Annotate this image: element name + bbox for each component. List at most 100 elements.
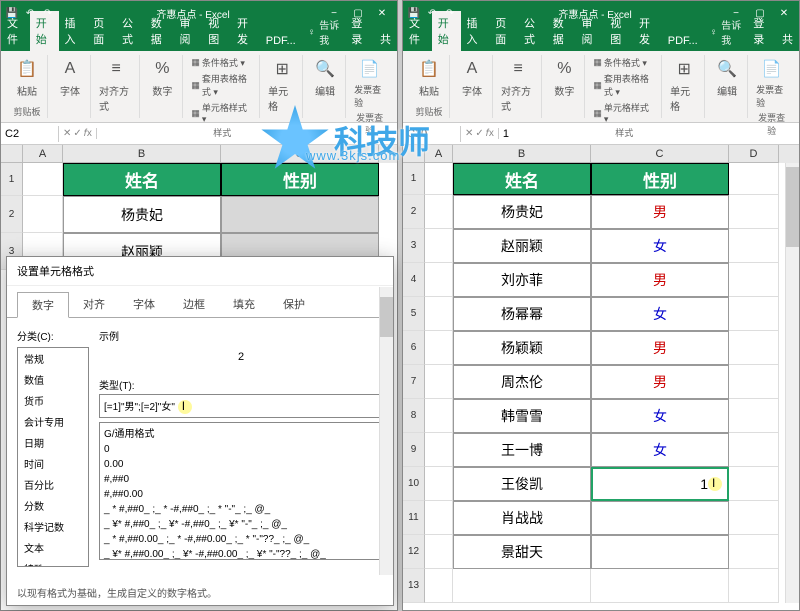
font-button[interactable]: A字体	[456, 55, 488, 100]
fx-icon[interactable]: 𝑓x	[486, 128, 494, 139]
cell[interactable]	[729, 263, 779, 297]
table-cell[interactable]: 王俊凯	[453, 467, 591, 501]
table-cell[interactable]: 杨贵妃	[63, 196, 221, 233]
cell[interactable]	[729, 433, 779, 467]
login[interactable]: 登录	[345, 11, 374, 51]
type-list-item[interactable]: 0	[100, 442, 382, 457]
table-cell[interactable]: 女	[591, 433, 729, 467]
type-list-item[interactable]: 0.00	[100, 457, 382, 472]
table-cell[interactable]: 景甜天	[453, 535, 591, 569]
align-button[interactable]: ≡对齐方式	[499, 55, 537, 115]
row-label[interactable]: 7	[403, 365, 425, 399]
save-icon[interactable]: 💾	[407, 6, 421, 20]
table-cell[interactable]: 刘亦菲	[453, 263, 591, 297]
category-item[interactable]: 科学记数	[18, 516, 88, 537]
category-listbox[interactable]: 常规数值货币会计专用日期时间百分比分数科学记数文本特殊自定义	[17, 347, 89, 567]
name-box[interactable]: C2	[1, 126, 59, 142]
undo-icon[interactable]: ↶	[23, 6, 37, 20]
cell[interactable]	[591, 569, 729, 603]
cell[interactable]	[729, 399, 779, 433]
tab-pdf[interactable]: PDF...	[260, 31, 302, 51]
row-label[interactable]: 4	[403, 263, 425, 297]
table-cell[interactable]: 男	[591, 195, 729, 229]
table-cell[interactable]: 韩雪雪	[453, 399, 591, 433]
type-listbox[interactable]: G/通用格式00.00#,##0#,##0.00_ * #,##0_ ;_ * …	[99, 422, 383, 560]
table-header-name[interactable]: 姓名	[453, 163, 591, 195]
cell[interactable]	[425, 433, 453, 467]
row-label[interactable]: 11	[403, 501, 425, 535]
cell[interactable]	[23, 196, 63, 233]
tab-view[interactable]: 视图	[604, 11, 633, 51]
share[interactable]: 共	[374, 27, 397, 51]
table-cell[interactable]	[221, 196, 379, 233]
cell[interactable]	[425, 467, 453, 501]
save-icon[interactable]: 💾	[5, 6, 19, 20]
col-header-c[interactable]: C	[221, 145, 379, 163]
cell[interactable]	[425, 331, 453, 365]
type-list-item[interactable]: #,##0.00	[100, 487, 382, 502]
cell[interactable]	[425, 297, 453, 331]
cell[interactable]	[729, 331, 779, 365]
tab-data[interactable]: 数据	[547, 11, 576, 51]
row-label[interactable]: 6	[403, 331, 425, 365]
row-label[interactable]: 12	[403, 535, 425, 569]
fx-check-icon[interactable]: ✓	[475, 128, 483, 139]
cell-style-button[interactable]: ▦单元格样式 ▾	[591, 100, 657, 126]
category-item[interactable]: 百分比	[18, 474, 88, 495]
invoice-button[interactable]: 📄 发票查验	[352, 55, 387, 111]
table-cell[interactable]: 赵丽颖	[453, 229, 591, 263]
category-item[interactable]: 数值	[18, 369, 88, 390]
category-item[interactable]: 分数	[18, 495, 88, 516]
name-box[interactable]: C10	[403, 126, 461, 142]
select-all-corner[interactable]	[1, 145, 23, 163]
tell-me[interactable]: ♀告诉我	[704, 13, 748, 51]
table-cell[interactable]: 女	[591, 229, 729, 263]
dialog-scrollbar[interactable]	[379, 287, 393, 575]
tab-dev[interactable]: 开发	[231, 11, 260, 51]
row-label[interactable]: 10	[403, 467, 425, 501]
tab-insert[interactable]: 插入	[59, 11, 88, 51]
cell[interactable]	[425, 501, 453, 535]
tell-me[interactable]: ♀告诉我	[302, 13, 346, 51]
table-cell[interactable]: 1I	[591, 467, 729, 501]
cell[interactable]	[425, 569, 453, 603]
cell[interactable]	[425, 365, 453, 399]
category-item[interactable]: 文本	[18, 537, 88, 558]
table-header-gender[interactable]: 性别	[591, 163, 729, 195]
cell[interactable]	[425, 399, 453, 433]
category-item[interactable]: 时间	[18, 453, 88, 474]
row-label[interactable]: 5	[403, 297, 425, 331]
row-label[interactable]: 2	[403, 195, 425, 229]
fx-cancel-icon[interactable]: ✕	[465, 128, 473, 139]
table-cell[interactable]: 男	[591, 365, 729, 399]
tab-data[interactable]: 数据	[145, 11, 174, 51]
row-label[interactable]: 9	[403, 433, 425, 467]
table-format-button[interactable]: ▦套用表格格式 ▾	[189, 71, 255, 99]
cells-button[interactable]: ⊞ 单元格	[266, 55, 298, 115]
tab-formula[interactable]: 公式	[518, 11, 547, 51]
type-list-item[interactable]: #,##0	[100, 472, 382, 487]
align-button[interactable]: ≡ 对齐方式	[97, 55, 135, 115]
grid-scrollbar[interactable]	[785, 163, 799, 603]
col-header-d[interactable]: D	[729, 145, 779, 163]
row-label[interactable]: 3	[403, 229, 425, 263]
cell[interactable]	[729, 535, 779, 569]
col-header-b[interactable]: B	[63, 145, 221, 163]
table-cell[interactable]: 女	[591, 399, 729, 433]
dlg-tab-font[interactable]: 字体	[119, 292, 169, 317]
category-item[interactable]: 特殊	[18, 558, 88, 567]
cell[interactable]	[729, 195, 779, 229]
fx-cancel-icon[interactable]: ✕	[63, 128, 71, 139]
tab-review[interactable]: 审阅	[174, 11, 203, 51]
tab-review[interactable]: 审阅	[576, 11, 605, 51]
number-button[interactable]: %数字	[548, 55, 580, 100]
tab-view[interactable]: 视图	[202, 11, 231, 51]
table-cell[interactable]: 杨颖颖	[453, 331, 591, 365]
close-icon[interactable]: ✕	[773, 5, 795, 21]
row-label[interactable]: 8	[403, 399, 425, 433]
table-cell[interactable]	[591, 535, 729, 569]
table-cell[interactable]: 周杰伦	[453, 365, 591, 399]
dlg-tab-fill[interactable]: 填充	[219, 292, 269, 317]
cell-style-button[interactable]: ▦单元格样式 ▾	[189, 100, 255, 126]
editing-button[interactable]: 🔍 编辑	[309, 55, 341, 100]
